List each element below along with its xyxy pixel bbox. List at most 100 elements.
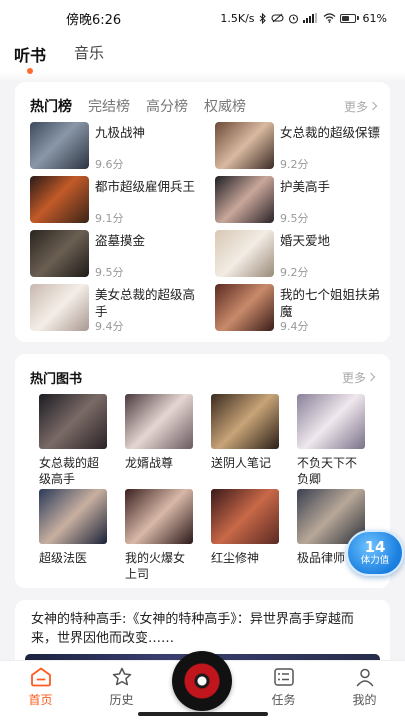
battery-icon <box>339 13 359 23</box>
ranking-item[interactable]: 女总裁的超级保镖 9.2分 <box>215 122 391 176</box>
hot-books-header: 热门图书 更多 <box>15 354 390 388</box>
book-cover-image <box>39 489 107 544</box>
task-list-icon <box>273 668 294 686</box>
book-title: 我的火爆女上司 <box>125 551 186 581</box>
book-score: 9.4分 <box>95 320 124 333</box>
ranking-item[interactable]: 护美高手 9.5分 <box>215 176 391 230</box>
nav-history-label: 历史 <box>109 693 134 707</box>
ranking-more-button[interactable]: 更多 <box>343 98 378 115</box>
ranking-item[interactable]: 我的七个姐姐扶弟魔 9.4分 <box>215 284 391 338</box>
wifi-icon <box>323 13 335 23</box>
hot-books-grid: 女总裁的超级高手 龙婿战尊 送阴人笔记 不负天下不负卿 超级法医 我的火爆女上司… <box>15 388 390 582</box>
home-icon <box>30 667 51 687</box>
status-indicators: 1.5K/s 61% <box>220 12 387 25</box>
book-title: 不负天下不负卿 <box>297 456 358 486</box>
book-cover-image <box>30 284 89 331</box>
ranking-item[interactable]: 美女总裁的超级高手 9.4分 <box>30 284 207 338</box>
record-disc-icon <box>172 651 232 711</box>
chevron-right-icon <box>366 372 376 382</box>
stamina-label: 体力值 <box>360 555 390 566</box>
book-cover-image <box>215 284 274 331</box>
book-title: 都市超级雇佣兵王 <box>95 179 196 194</box>
tab-audiobooks[interactable]: 听书 <box>14 40 46 74</box>
book-cover-image <box>30 176 89 223</box>
mute-icon <box>270 13 284 23</box>
book-card[interactable]: 女总裁的超级高手 <box>39 394 107 487</box>
header-divider <box>0 72 405 82</box>
nav-profile-label: 我的 <box>352 693 377 707</box>
book-score: 9.4分 <box>280 320 309 333</box>
book-card[interactable]: 我的火爆女上司 <box>125 489 193 582</box>
book-title: 我的七个姐姐扶弟魔 <box>280 287 381 318</box>
hot-books-card: 热门图书 更多 女总裁的超级高手 龙婿战尊 送阴人笔记 不负天下不负卿 超级法医… <box>15 354 390 588</box>
book-cover-image <box>211 394 279 449</box>
bluetooth-icon <box>259 12 266 24</box>
status-time: 傍晚6:26 <box>66 12 122 28</box>
book-cover-image <box>211 489 279 544</box>
book-score: 9.2分 <box>280 158 309 171</box>
book-title: 护美高手 <box>280 179 331 194</box>
book-card[interactable]: 送阴人笔记 <box>211 394 279 487</box>
tab-high-score-ranking[interactable]: 高分榜 <box>146 96 188 116</box>
book-cover-image <box>125 394 193 449</box>
book-title: 送阴人笔记 <box>211 456 272 470</box>
battery-percent: 61% <box>362 11 387 25</box>
section-title: 热门图书 <box>30 371 83 387</box>
star-icon <box>112 667 131 686</box>
nav-profile[interactable]: 我的 <box>324 661 405 720</box>
nav-home[interactable]: 首页 <box>0 661 81 720</box>
more-label: 更多 <box>343 99 368 114</box>
book-score: 9.2分 <box>280 266 309 279</box>
book-cover-image <box>30 230 89 277</box>
profile-icon <box>356 668 373 687</box>
book-card[interactable]: 超级法医 <box>39 489 107 582</box>
book-cover-image <box>30 122 89 169</box>
book-title: 九极战神 <box>95 125 146 140</box>
story-summary: 女神的特种高手:《女神的特种高手》：异世界高手穿越而来，世界因他而改变…… <box>31 612 354 646</box>
alarm-icon <box>288 13 298 24</box>
book-cover-image <box>215 176 274 223</box>
book-title: 红尘修神 <box>211 551 260 565</box>
book-cover-image <box>215 122 274 169</box>
book-cover-image <box>297 394 365 449</box>
more-label: 更多 <box>341 370 366 385</box>
book-score: 9.6分 <box>95 158 124 171</box>
stamina-badge[interactable]: 14 体力值 <box>346 530 404 576</box>
book-cover-image <box>215 230 274 277</box>
top-tab-bar: 听书 音乐 <box>0 36 405 74</box>
tab-hot-ranking[interactable]: 热门榜 <box>30 96 72 116</box>
book-card[interactable]: 红尘修神 <box>211 489 279 582</box>
hot-books-more-button[interactable]: 更多 <box>341 369 376 386</box>
book-title: 婚天爱地 <box>280 233 331 248</box>
status-bar: 傍晚6:26 1.5K/s 61% <box>0 0 405 36</box>
network-speed: 1.5K/s <box>220 11 255 25</box>
nav-tasks-label: 任务 <box>271 693 296 707</box>
book-title: 龙婿战尊 <box>125 456 174 470</box>
ranking-item[interactable]: 都市超级雇佣兵王 9.1分 <box>30 176 207 230</box>
tab-authority-ranking[interactable]: 权威榜 <box>204 96 246 116</box>
book-card[interactable]: 龙婿战尊 <box>125 394 193 487</box>
tab-music[interactable]: 音乐 <box>74 40 104 63</box>
book-score: 9.5分 <box>95 266 124 279</box>
ranking-tabs: 热门榜 完结榜 高分榜 权威榜 更多 <box>15 82 390 118</box>
tab-completed-ranking[interactable]: 完结榜 <box>88 96 130 116</box>
ranking-card: 热门榜 完结榜 高分榜 权威榜 更多 九极战神 9.6分 女总裁的超级保镖 9.2分… <box>15 82 390 342</box>
book-score: 9.1分 <box>95 212 124 225</box>
book-title: 女总裁的超级高手 <box>39 456 100 486</box>
stamina-value: 14 <box>364 538 386 556</box>
ranking-item[interactable]: 婚天爱地 9.2分 <box>215 230 391 284</box>
book-title: 超级法医 <box>39 551 88 565</box>
book-title: 女总裁的超级保镖 <box>280 125 381 140</box>
book-score: 9.5分 <box>280 212 309 225</box>
ranking-item[interactable]: 九极战神 9.6分 <box>30 122 207 176</box>
home-indicator[interactable] <box>138 712 268 716</box>
nav-home-label: 首页 <box>28 693 53 707</box>
book-card[interactable]: 不负天下不负卿 <box>297 394 365 487</box>
chevron-right-icon <box>368 101 378 111</box>
book-cover-image <box>39 394 107 449</box>
bottom-nav: 首页 历史 任务 我的 <box>0 651 405 720</box>
book-cover-image <box>125 489 193 544</box>
book-title: 美女总裁的超级高手 <box>95 287 196 318</box>
signal-icon <box>302 13 317 23</box>
ranking-item[interactable]: 盗墓摸金 9.5分 <box>30 230 207 284</box>
